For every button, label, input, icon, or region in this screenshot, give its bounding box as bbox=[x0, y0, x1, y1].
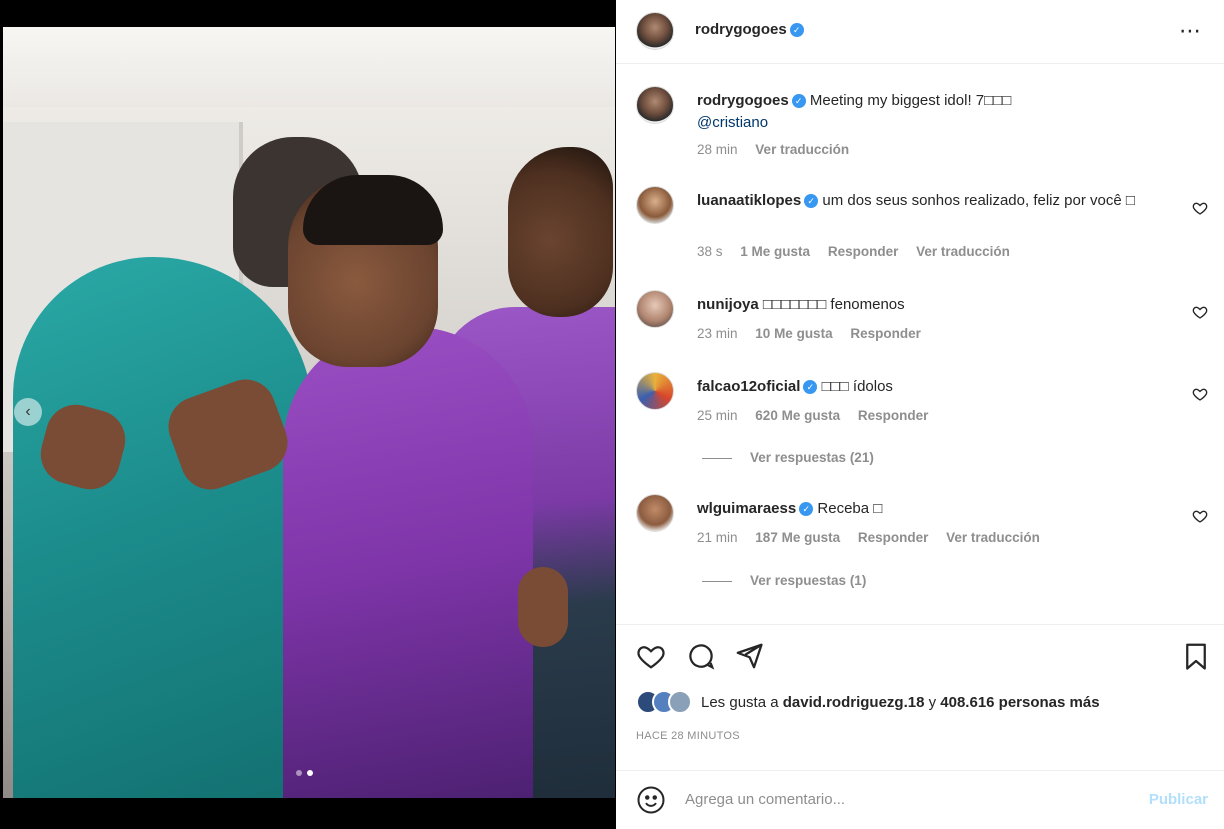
caption-time[interactable]: 28 min bbox=[697, 142, 738, 157]
add-comment-bar: Agrega un comentario... Publicar bbox=[616, 770, 1224, 829]
photo-person-left-body bbox=[13, 257, 313, 798]
photo-hand bbox=[518, 567, 568, 647]
post-time-ago[interactable]: HACE 28 MINUTOS bbox=[636, 730, 740, 742]
comment-reply-button[interactable]: Responder bbox=[850, 326, 921, 341]
comment-text: □□□□□□□ fenomenos bbox=[762, 296, 905, 313]
caption-mention-link[interactable]: @cristiano bbox=[697, 114, 768, 131]
photo-ceiling bbox=[3, 27, 615, 107]
replies-divider bbox=[702, 580, 732, 582]
post-sidebar: rodrygogoes ✓ ⋯ rodrygogoes ✓ Meeting my b… bbox=[616, 0, 1224, 829]
comment-username[interactable]: wlguimaraess bbox=[697, 500, 796, 517]
bookmark-icon[interactable] bbox=[1181, 641, 1211, 671]
comment-time[interactable]: 21 min bbox=[697, 530, 738, 545]
comment-username[interactable]: falcao12oficial bbox=[697, 378, 800, 395]
verified-icon: ✓ bbox=[803, 380, 818, 395]
post-photo[interactable] bbox=[3, 27, 615, 798]
commenter-avatar[interactable] bbox=[636, 494, 674, 532]
caption-text: Meeting my biggest idol! 7□□□ bbox=[809, 92, 1012, 109]
comment-likes[interactable]: 620 Me gusta bbox=[755, 408, 840, 423]
post-header: rodrygogoes ✓ ⋯ bbox=[616, 0, 1224, 64]
verified-icon: ✓ bbox=[791, 94, 806, 109]
share-send-icon[interactable] bbox=[734, 641, 764, 671]
comment-item: luanaatiklopes ✓ um dos seus sonhos reali… bbox=[636, 186, 1208, 266]
comment-bubble-icon[interactable] bbox=[686, 641, 716, 671]
comment-translate-link[interactable]: Ver traducción bbox=[946, 530, 1040, 545]
likes-middle: y bbox=[928, 694, 937, 711]
verified-icon: ✓ bbox=[799, 502, 814, 517]
view-replies-button[interactable]: Ver respuestas (21) bbox=[702, 450, 874, 465]
caption-meta: 28 min Ver traducción bbox=[697, 142, 863, 157]
post-media: ‹ bbox=[0, 0, 616, 829]
likes-summary: Les gusta a david.rodriguezg.18 y 408.61… bbox=[636, 690, 1206, 718]
comment-item: wlguimaraess ✓ Receba □ 21 min 187 Me gus… bbox=[636, 494, 1208, 554]
chevron-left-icon: ‹ bbox=[25, 403, 31, 420]
comment-text: um dos seus sonhos realizado, feliz por … bbox=[822, 192, 1135, 209]
replies-divider bbox=[702, 457, 732, 459]
author-avatar[interactable] bbox=[636, 12, 674, 50]
caption-username[interactable]: rodrygogoes bbox=[697, 92, 789, 109]
comment-body: wlguimaraess ✓ Receba □ bbox=[697, 498, 1177, 520]
likes-count-link[interactable]: 408.616 personas más bbox=[940, 694, 1099, 711]
comment-likes[interactable]: 10 Me gusta bbox=[755, 326, 832, 341]
emoji-icon[interactable] bbox=[636, 785, 666, 815]
carousel-dot[interactable] bbox=[296, 770, 302, 776]
author-username-row: rodrygogoes ✓ bbox=[695, 21, 804, 38]
comment-time[interactable]: 23 min bbox=[697, 326, 738, 341]
comment-reply-button[interactable]: Responder bbox=[828, 244, 899, 259]
liker-avatars bbox=[636, 690, 696, 716]
comment-meta: 38 s 1 Me gusta Responder Ver traducción bbox=[697, 244, 1024, 259]
view-replies-label[interactable]: Ver respuestas (21) bbox=[750, 450, 874, 465]
comment-input[interactable]: Agrega un comentario... bbox=[685, 791, 845, 808]
comment-meta: 25 min 620 Me gusta Responder bbox=[697, 408, 942, 423]
comment-meta: 21 min 187 Me gusta Responder Ver traduc… bbox=[697, 530, 1054, 545]
comment-meta: 23 min 10 Me gusta Responder bbox=[697, 326, 935, 341]
heart-icon[interactable] bbox=[1192, 508, 1208, 524]
comment-username[interactable]: nunijoya bbox=[697, 296, 759, 313]
comment-time[interactable]: 25 min bbox=[697, 408, 738, 423]
publish-button[interactable]: Publicar bbox=[1149, 791, 1208, 808]
commenter-avatar[interactable] bbox=[636, 290, 674, 328]
comment-translate-link[interactable]: Ver traducción bbox=[916, 244, 1010, 259]
likes-user-link[interactable]: david.rodriguezg.18 bbox=[783, 694, 925, 711]
carousel-dot-active[interactable] bbox=[307, 770, 313, 776]
comment-username[interactable]: luanaatiklopes bbox=[697, 192, 801, 209]
heart-icon[interactable] bbox=[1192, 200, 1208, 216]
view-replies-button[interactable]: Ver respuestas (1) bbox=[702, 573, 866, 588]
likes-prefix: Les gusta a bbox=[701, 694, 779, 711]
comment-likes[interactable]: 187 Me gusta bbox=[755, 530, 840, 545]
comment-item: nunijoya □□□□□□□ fenomenos 23 min 10 Me … bbox=[636, 290, 1208, 350]
verified-icon: ✓ bbox=[789, 23, 804, 38]
post-actions bbox=[616, 624, 1224, 688]
comment-time[interactable]: 38 s bbox=[697, 244, 723, 259]
liker-avatar[interactable] bbox=[668, 690, 692, 714]
more-options-icon[interactable]: ⋯ bbox=[1179, 18, 1202, 44]
carousel-dots bbox=[296, 770, 313, 776]
verified-icon: ✓ bbox=[804, 194, 819, 209]
commenter-avatar[interactable] bbox=[636, 186, 674, 224]
photo-person-center-hair bbox=[303, 175, 443, 245]
comments-list: rodrygogoes ✓ Meeting my biggest idol! 7□… bbox=[616, 64, 1224, 624]
carousel-prev-button[interactable]: ‹ bbox=[14, 398, 42, 426]
comment-text: Receba □ bbox=[817, 500, 883, 517]
comment-reply-button[interactable]: Responder bbox=[858, 408, 929, 423]
comment-body: luanaatiklopes ✓ um dos seus sonhos reali… bbox=[697, 190, 1177, 212]
heart-icon[interactable] bbox=[1192, 304, 1208, 320]
view-replies-label[interactable]: Ver respuestas (1) bbox=[750, 573, 866, 588]
heart-icon[interactable] bbox=[1192, 386, 1208, 402]
likes-text[interactable]: Les gusta a david.rodriguezg.18 y 408.61… bbox=[701, 694, 1100, 711]
comment-reply-button[interactable]: Responder bbox=[858, 530, 929, 545]
commenter-avatar[interactable] bbox=[636, 372, 674, 410]
author-username[interactable]: rodrygogoes bbox=[695, 21, 787, 38]
caption-avatar[interactable] bbox=[636, 86, 674, 124]
comment-likes[interactable]: 1 Me gusta bbox=[740, 244, 810, 259]
comment-body: nunijoya □□□□□□□ fenomenos bbox=[697, 294, 1177, 316]
comment-body: falcao12oficial ✓ □□□ ídolos bbox=[697, 376, 1177, 398]
photo-person-center-body bbox=[283, 327, 533, 798]
like-heart-icon[interactable] bbox=[636, 641, 666, 671]
caption: rodrygogoes ✓ Meeting my biggest idol! 7□… bbox=[636, 86, 1196, 166]
photo-person-right-head bbox=[508, 147, 613, 317]
caption-body: rodrygogoes ✓ Meeting my biggest idol! 7□… bbox=[697, 90, 1177, 134]
comment-text: □□□ ídolos bbox=[821, 378, 893, 395]
caption-translate-link[interactable]: Ver traducción bbox=[755, 142, 849, 157]
